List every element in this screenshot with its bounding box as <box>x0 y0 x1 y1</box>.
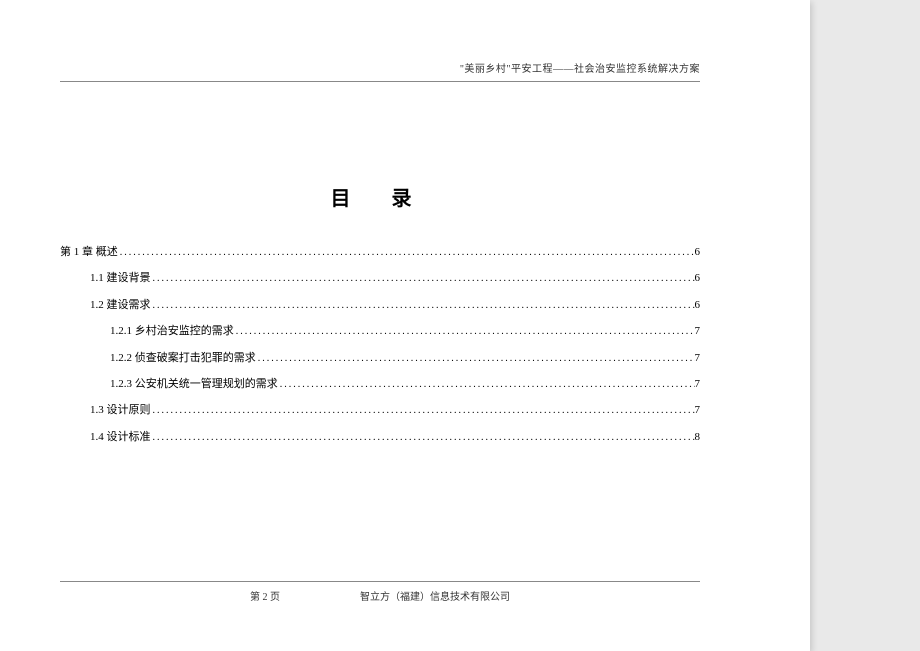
toc-item: 1.1 建设背景 6 <box>60 265 700 291</box>
toc-item-page: 6 <box>695 292 701 318</box>
viewport: "美丽乡村"平安工程——社会治安监控系统解决方案 目 录 第 1 章 概述 61… <box>0 0 920 651</box>
toc-item: 第 1 章 概述 6 <box>60 239 700 265</box>
toc-item-page: 7 <box>695 318 701 344</box>
toc-item-label: 1.3 设计原则 <box>90 397 151 423</box>
toc-item: 1.4 设计标准 8 <box>60 424 700 450</box>
toc-item-label: 第 1 章 概述 <box>60 239 118 265</box>
toc-leader <box>234 318 695 344</box>
toc-leader <box>118 239 695 265</box>
toc-item-label: 1.2.2 侦查破案打击犯罪的需求 <box>110 345 256 371</box>
toc-item-label: 1.2.1 乡村治安监控的需求 <box>110 318 234 344</box>
toc-item-label: 1.2 建设需求 <box>90 292 151 318</box>
header-text: "美丽乡村"平安工程——社会治安监控系统解决方案 <box>460 64 700 75</box>
page-header: "美丽乡村"平安工程——社会治安监控系统解决方案 <box>60 60 700 82</box>
toc-item-page: 7 <box>695 397 701 423</box>
footer-company: 智立方（福建）信息技术有限公司 <box>360 588 510 603</box>
toc-item: 1.2.2 侦查破案打击犯罪的需求 7 <box>60 345 700 371</box>
footer-page-number: 第 2 页 <box>250 588 280 603</box>
toc-item: 1.2.1 乡村治安监控的需求 7 <box>60 318 700 344</box>
toc-title: 目 录 <box>60 182 700 211</box>
toc-item-page: 7 <box>695 345 701 371</box>
toc-item: 1.3 设计原则 7 <box>60 397 700 423</box>
toc-item-page: 6 <box>695 265 701 291</box>
toc-list: 第 1 章 概述 61.1 建设背景 61.2 建设需求 61.2.1 乡村治安… <box>60 239 700 450</box>
toc-leader <box>151 397 695 423</box>
toc-leader <box>278 371 695 397</box>
toc-item-page: 8 <box>695 424 701 450</box>
toc-leader <box>151 292 695 318</box>
document-page: "美丽乡村"平安工程——社会治安监控系统解决方案 目 录 第 1 章 概述 61… <box>0 0 810 651</box>
toc-item: 1.2 建设需求 6 <box>60 292 700 318</box>
toc-item-label: 1.4 设计标准 <box>90 424 151 450</box>
toc-item: 1.2.3 公安机关统一管理规划的需求 7 <box>60 371 700 397</box>
toc-item-label: 1.2.3 公安机关统一管理规划的需求 <box>110 371 278 397</box>
toc-item-page: 6 <box>695 239 701 265</box>
toc-item-page: 7 <box>695 371 701 397</box>
toc-leader <box>256 345 695 371</box>
gutter <box>810 0 920 651</box>
toc-item-label: 1.1 建设背景 <box>90 265 151 291</box>
toc-leader <box>151 265 695 291</box>
toc-leader <box>151 424 695 450</box>
page-footer: 第 2 页 智立方（福建）信息技术有限公司 <box>60 581 700 603</box>
